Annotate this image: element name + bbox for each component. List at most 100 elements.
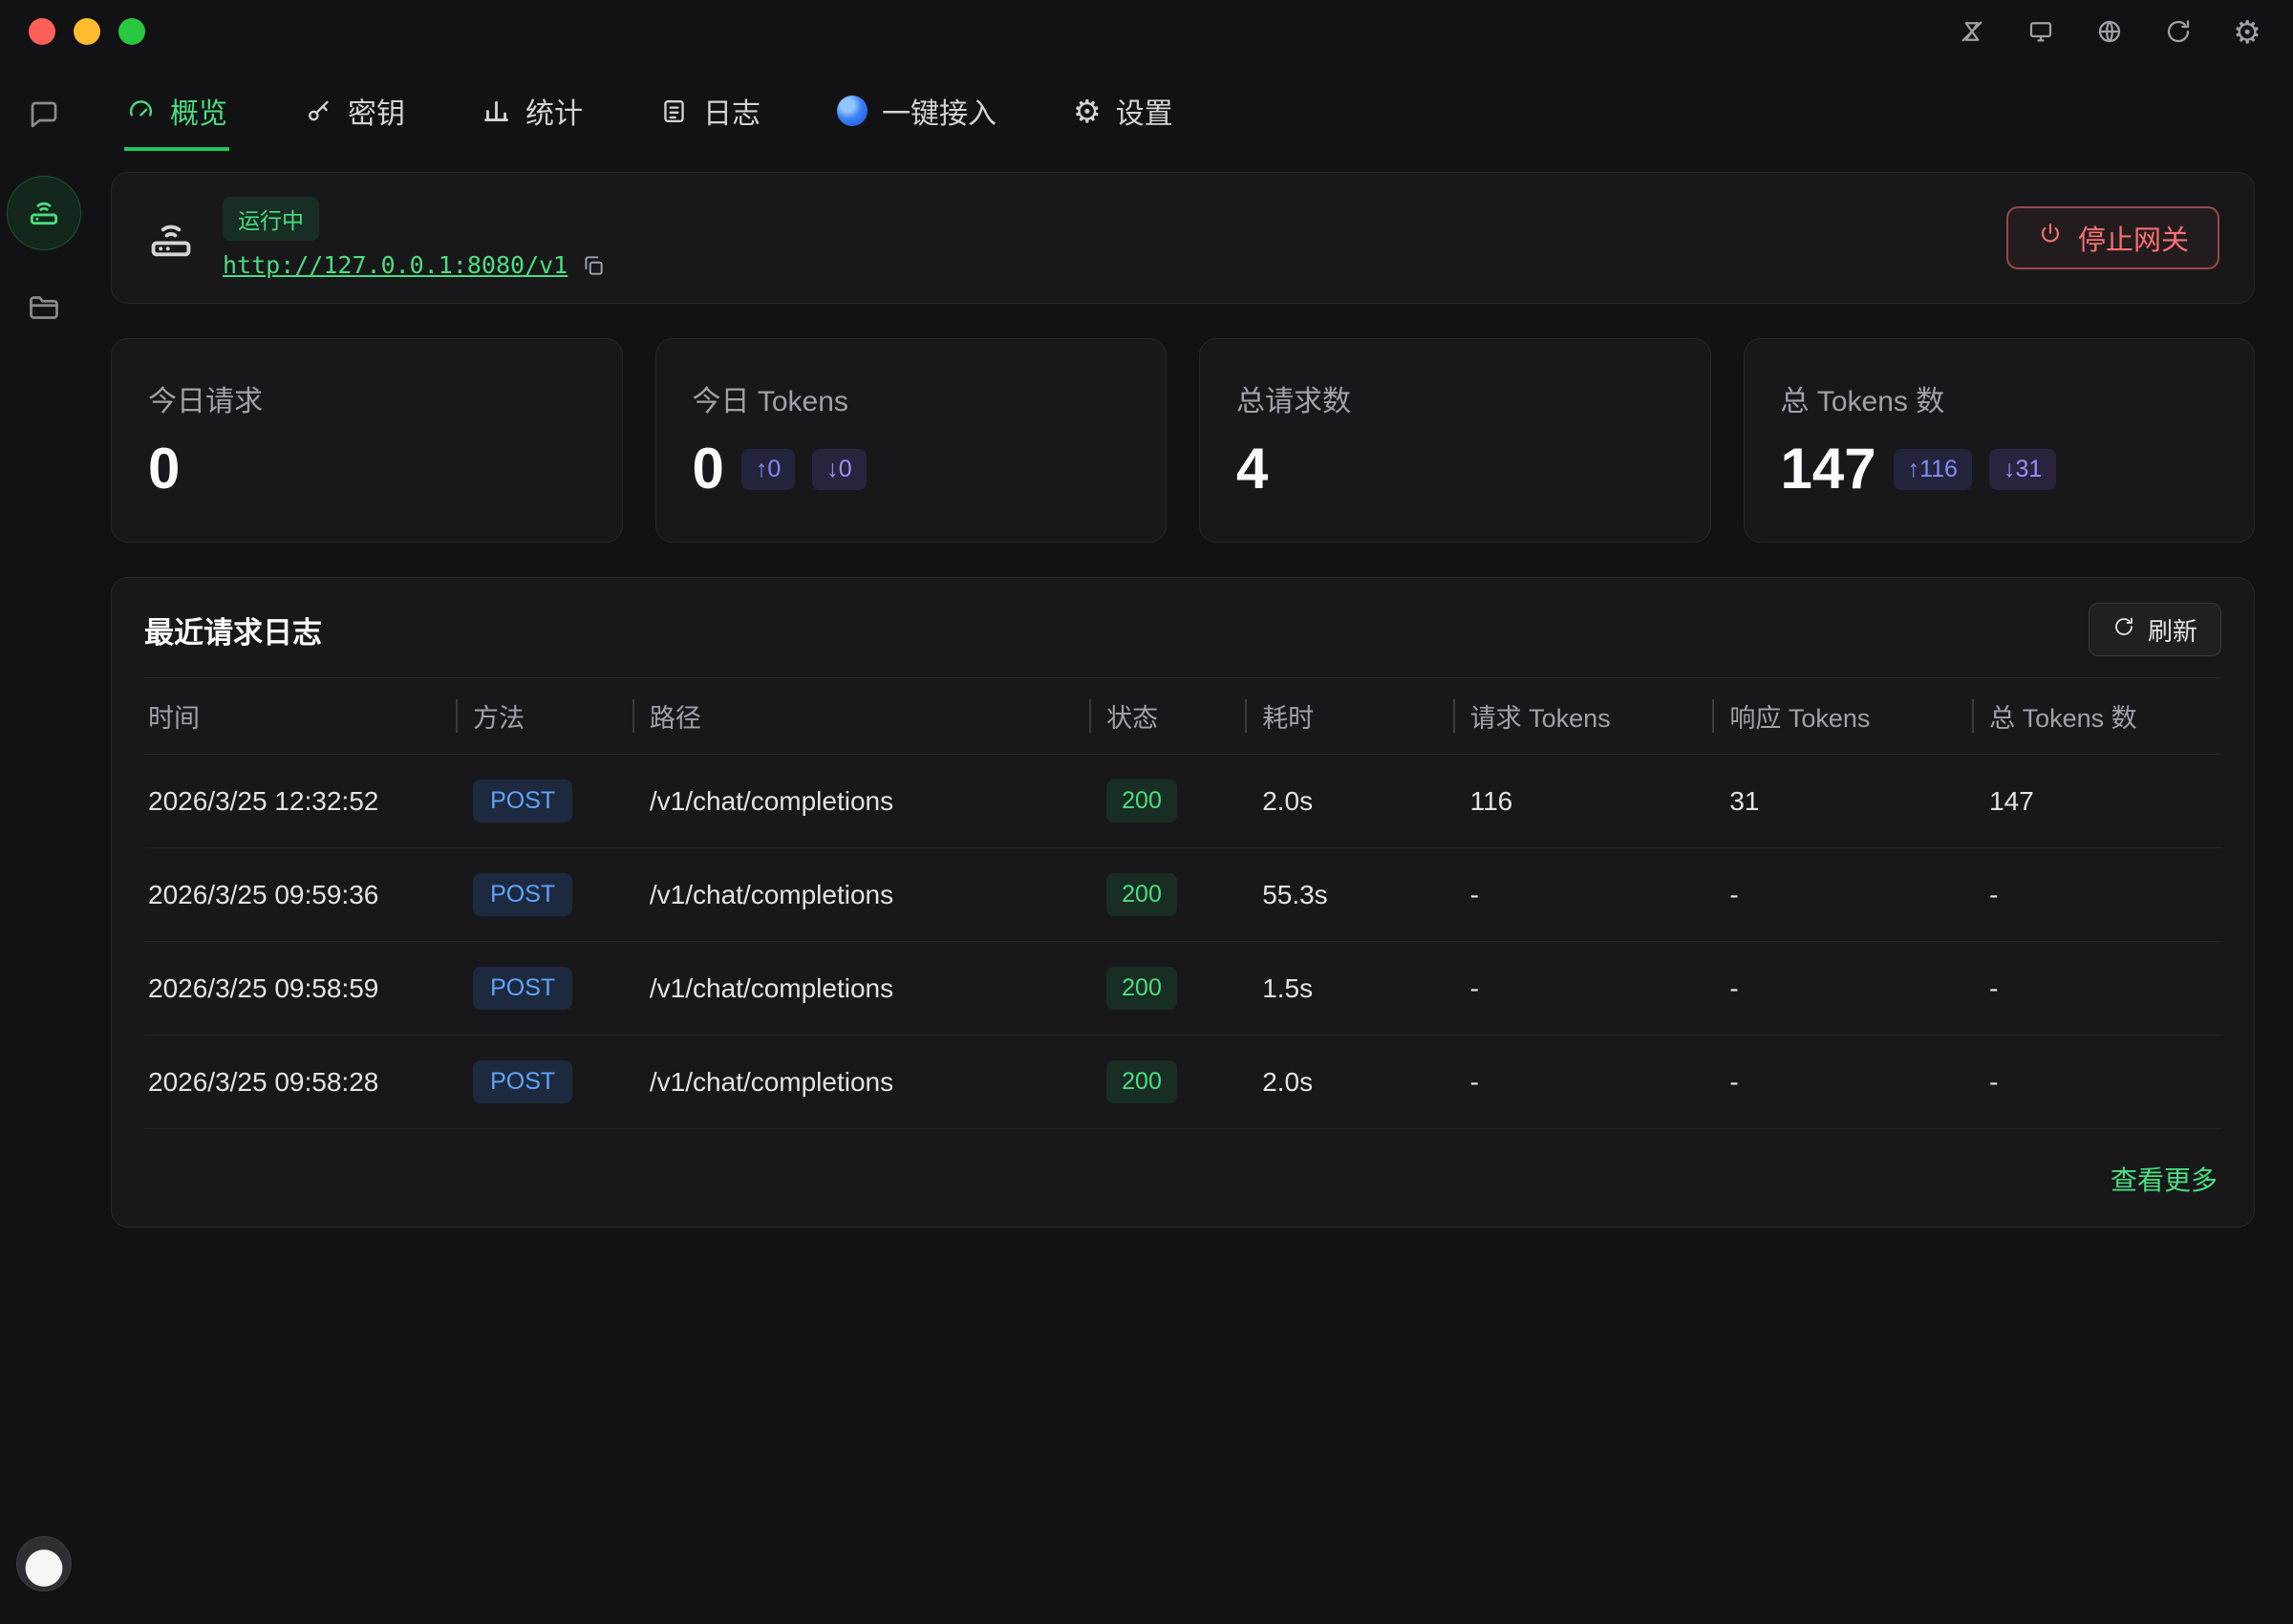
stat-label: 今日 Tokens (693, 377, 1130, 419)
titlebar: ⚙ (0, 0, 2293, 63)
table-row: 2026/3/25 09:59:36 POST /v1/chat/complet… (144, 848, 2221, 942)
table-row: 2026/3/25 12:32:52 POST /v1/chat/complet… (144, 755, 2221, 848)
window-body: 概览 密钥 统计 日志 一键接入 (0, 63, 2293, 1624)
cell-duration: 2.0s (1245, 755, 1452, 848)
cell-req-tokens: - (1453, 1036, 1713, 1129)
gateway-url-row: http://127.0.0.1:8080/v1 (223, 251, 606, 279)
titlebar-actions: ⚙ (1955, 14, 2264, 49)
cell-res-tokens: - (1712, 848, 1972, 942)
tab-quick-connect[interactable]: 一键接入 (835, 90, 998, 151)
cell-time: 2026/3/25 09:58:28 (144, 1036, 456, 1129)
gear-icon: ⚙ (1073, 96, 1102, 127)
tab-label: 统计 (525, 90, 583, 132)
gateway-info: 运行中 http://127.0.0.1:8080/v1 (223, 197, 606, 279)
cell-res-tokens: - (1712, 1036, 1972, 1129)
stat-label: 总 Tokens 数 (1781, 377, 2218, 419)
status-code-badge: 200 (1106, 873, 1177, 916)
main-content: 概览 密钥 统计 日志 一键接入 (88, 63, 2293, 1624)
gateway-url-link[interactable]: http://127.0.0.1:8080/v1 (223, 251, 568, 279)
stat-card-today-tokens: 今日 Tokens 0 ↑0 ↓0 (655, 338, 1168, 543)
copy-icon[interactable] (581, 253, 606, 278)
logs-title: 最近请求日志 (144, 609, 322, 652)
cell-res-tokens: - (1712, 942, 1972, 1036)
key-icon (304, 96, 333, 126)
sidebar-item-chat[interactable] (13, 86, 75, 147)
timer-off-icon[interactable] (1955, 14, 1989, 49)
col-duration: 耗时 (1245, 678, 1452, 755)
power-icon (2037, 221, 2064, 255)
logs-footer: 查看更多 (112, 1129, 2254, 1211)
tab-logs[interactable]: 日志 (657, 90, 762, 151)
cell-req-tokens: - (1453, 942, 1713, 1036)
method-badge: POST (473, 873, 572, 916)
router-icon (146, 213, 196, 263)
refresh-icon[interactable] (2161, 14, 2196, 49)
stat-value: 147 (1781, 440, 1876, 498)
refresh-logs-button[interactable]: 刷新 (2089, 603, 2221, 656)
col-method: 方法 (456, 678, 632, 755)
log-icon (659, 96, 689, 126)
display-icon[interactable] (2024, 14, 2058, 49)
cell-path: /v1/chat/completions (632, 1036, 1089, 1129)
col-time: 时间 (144, 678, 456, 755)
user-avatar[interactable] (16, 1536, 72, 1592)
stop-gateway-button[interactable]: 停止网关 (2006, 206, 2219, 269)
stat-value: 0 (148, 440, 180, 498)
tokens-down-badge: ↓31 (1989, 449, 2056, 490)
cell-time: 2026/3/25 12:32:52 (144, 755, 456, 848)
table-row: 2026/3/25 09:58:28 POST /v1/chat/complet… (144, 1036, 2221, 1129)
status-badge: 运行中 (223, 197, 319, 241)
cell-time: 2026/3/25 09:58:59 (144, 942, 456, 1036)
status-code-badge: 200 (1106, 967, 1177, 1010)
cell-total-tokens: 147 (1972, 755, 2221, 848)
tab-settings[interactable]: ⚙ 设置 (1071, 90, 1175, 151)
sidebar (0, 63, 88, 1624)
stats-row: 今日请求 0 今日 Tokens 0 ↑0 ↓0 总请求数 (111, 338, 2255, 543)
app-window: ⚙ (0, 0, 2293, 1624)
minimize-button[interactable] (74, 18, 100, 45)
sidebar-item-files[interactable] (13, 279, 75, 340)
method-badge: POST (473, 967, 572, 1010)
col-res-tokens: 响应 Tokens (1712, 678, 1972, 755)
stat-label: 总请求数 (1236, 377, 1674, 419)
globe-icon[interactable] (2092, 14, 2127, 49)
cell-time: 2026/3/25 09:59:36 (144, 848, 456, 942)
logs-header: 最近请求日志 刷新 (112, 578, 2254, 677)
stat-label: 今日请求 (148, 377, 586, 419)
settings-icon[interactable]: ⚙ (2230, 14, 2264, 49)
cell-duration: 2.0s (1245, 1036, 1452, 1129)
logs-table: 时间 方法 路径 状态 耗时 请求 Tokens 响应 Tokens 总 Tok… (144, 677, 2221, 1129)
method-badge: POST (473, 1060, 572, 1103)
recent-logs-card: 最近请求日志 刷新 时间 (111, 577, 2255, 1228)
tab-overview[interactable]: 概览 (124, 90, 229, 151)
cell-path: /v1/chat/completions (632, 942, 1089, 1036)
zoom-button[interactable] (118, 18, 145, 45)
gauge-icon (126, 96, 156, 126)
cell-duration: 1.5s (1245, 942, 1452, 1036)
folder-icon (27, 290, 61, 330)
traffic-lights (29, 18, 145, 45)
tab-stats[interactable]: 统计 (480, 90, 585, 151)
tab-label: 设置 (1116, 90, 1173, 132)
cell-path: /v1/chat/completions (632, 755, 1089, 848)
status-code-badge: 200 (1106, 780, 1177, 823)
tokens-up-badge: ↑116 (1894, 449, 1972, 490)
stat-card-total-requests: 总请求数 4 (1199, 338, 1711, 543)
stop-gateway-label: 停止网关 (2078, 218, 2189, 258)
tab-label: 日志 (703, 90, 761, 132)
col-req-tokens: 请求 Tokens (1453, 678, 1713, 755)
refresh-icon (2112, 615, 2135, 645)
tab-bar: 概览 密钥 统计 日志 一键接入 (111, 63, 2255, 151)
chat-icon (27, 97, 61, 137)
connect-icon (837, 96, 868, 126)
stat-card-today-requests: 今日请求 0 (111, 338, 623, 543)
sidebar-item-gateway[interactable] (7, 176, 81, 250)
tab-keys[interactable]: 密钥 (302, 90, 407, 151)
table-header-row: 时间 方法 路径 状态 耗时 请求 Tokens 响应 Tokens 总 Tok… (144, 678, 2221, 755)
status-code-badge: 200 (1106, 1060, 1177, 1103)
close-button[interactable] (29, 18, 55, 45)
tab-label: 密钥 (348, 90, 405, 132)
table-row: 2026/3/25 09:58:59 POST /v1/chat/complet… (144, 942, 2221, 1036)
view-more-link[interactable]: 查看更多 (2111, 1160, 2218, 1198)
tab-label: 一键接入 (882, 90, 996, 132)
